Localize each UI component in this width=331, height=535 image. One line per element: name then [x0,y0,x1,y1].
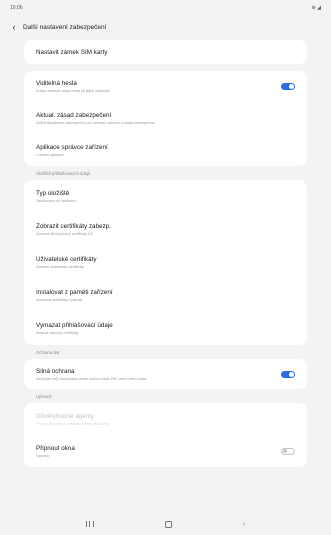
back-arrow-icon[interactable]: ‹ [8,20,20,34]
security-policy-label: Aktual. zásad zabezpečení [36,111,112,119]
navigation-bar: ‹ [0,513,331,535]
sim-lock-label: Nastavit zámek SIM karty [36,48,108,56]
pin-windows-toggle[interactable] [281,447,295,455]
section-credential-storage: Úložiště přihlašovacích údajů [36,170,91,176]
view-certificates-label: Zobrazit certifikáty zabezp. [36,223,111,230]
trust-agents-item: Důvěryhodné agenty Pro použití nejprve n… [24,403,307,435]
device-admin-desc: 1 aktivní aplikace [36,152,64,157]
strong-protection-label: Silná ochrana [36,367,75,375]
strong-protection-item[interactable]: Silná ochrana Zašifrujte svůj zálohovaný… [24,359,307,389]
clear-credentials-item[interactable]: Vymazat přihlašovací údaje Smazat všechn… [24,312,307,345]
page-title: Další nastavení zabezpečení [23,23,107,31]
device-admin-item[interactable]: Aplikace správce zařízení 1 aktivní apli… [24,134,307,166]
app-bar: ‹ Další nastavení zabezpečení [0,16,331,38]
install-from-storage-label: Instalovat z paměti zařízení [36,289,113,296]
security-policy-desc: Ověřit aktualizace zabezpečení pro ochra… [36,120,155,125]
status-icons: ⊕ ◢ [311,5,321,11]
status-time: 10:06 [10,5,23,11]
security-card: Viditelná hesla Krátce zobrazit znaky he… [24,71,307,166]
clear-credentials-label: Vymazat přihlašovací údaje [36,322,113,329]
status-bar: 10:06 ⊕ ◢ [0,0,331,16]
device-admin-label: Aplikace správce zařízení [36,143,108,151]
install-from-storage-item[interactable]: Instalovat z paměti zařízení Instalovat … [24,279,307,312]
visible-passwords-desc: Krátce zobrazit znaky hesla při jejich z… [36,89,110,93]
home-icon[interactable] [164,520,172,528]
storage-type-desc: Zálohováno do hardwaru [36,199,76,203]
pin-windows-desc: Vypnuto [36,453,50,458]
user-certificates-label: Uživatelské certifikáty [36,256,97,263]
sim-lock-item[interactable]: Nastavit zámek SIM karty [24,40,307,64]
user-certificates-desc: Zobrazit uživatelské certifikáty [36,265,84,269]
install-from-storage-desc: Instalovat certifikáty z paměti [36,298,83,302]
strong-protection-desc: Zašifrujte svůj zálohovaný obsah pomocí … [36,376,147,381]
section-data-protection: Ochrana dat [36,349,60,355]
section-advanced: Upřesnit [36,393,52,399]
visible-passwords-toggle[interactable] [281,83,295,90]
sim-lock-card: Nastavit zámek SIM karty [24,40,307,64]
credentials-card: Typ úložiště Zálohováno do hardwaru Zobr… [24,180,307,345]
clear-credentials-desc: Smazat všechny certifikáty [36,331,79,335]
trust-agents-label: Důvěryhodné agenty [36,412,95,420]
view-certificates-desc: Zobrazit důvěryhodné certifikáty CA [36,232,93,236]
recent-apps-icon[interactable] [85,521,94,527]
visible-passwords-label: Viditelná hesla [36,80,77,87]
pin-windows-item[interactable]: Připnout okna Vypnuto [24,435,307,467]
storage-type-item[interactable]: Typ úložiště Zálohováno do hardwaru [24,180,307,213]
user-certificates-item[interactable]: Uživatelské certifikáty Zobrazit uživate… [24,246,307,279]
view-certificates-item[interactable]: Zobrazit certifikáty zabezp. Zobrazit dů… [24,213,307,246]
back-icon[interactable]: ‹ [243,521,245,528]
advanced-card: Důvěryhodné agenty Pro použití nejprve n… [24,403,307,467]
pin-windows-label: Připnout okna [36,444,75,452]
visible-passwords-item[interactable]: Viditelná hesla Krátce zobrazit znaky he… [24,71,307,102]
strong-protection-toggle[interactable] [281,370,295,378]
trust-agents-desc: Pro použití nejprve nastavte zámek obraz… [36,421,110,426]
data-protection-card: Silná ochrana Zašifrujte svůj zálohovaný… [24,359,307,389]
storage-type-label: Typ úložiště [36,190,70,197]
security-policy-item[interactable]: Aktual. zásad zabezpečení Ověřit aktuali… [24,102,307,134]
